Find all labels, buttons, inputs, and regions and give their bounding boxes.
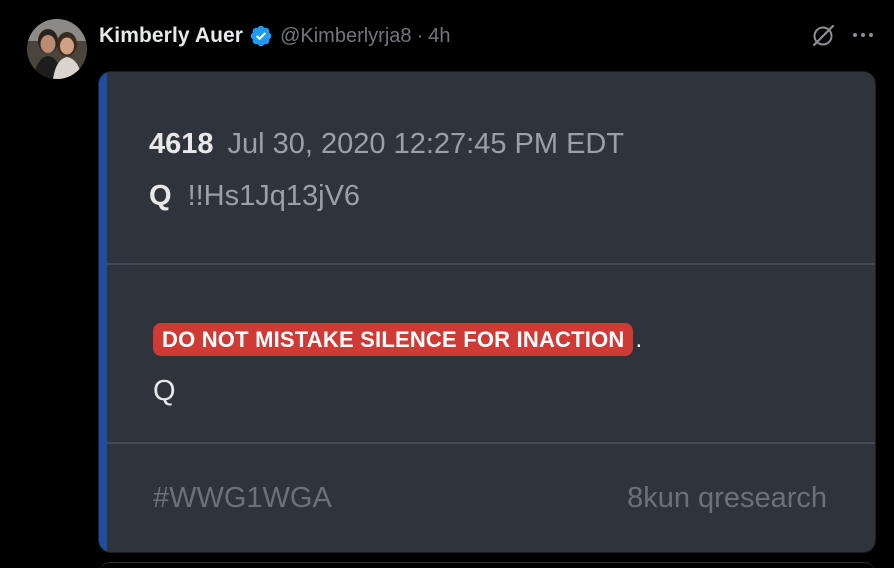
message-period: . (635, 326, 643, 353)
tweet-header: Kimberly Auer @Kimberlyrja8 · 4h (99, 20, 450, 52)
avatar[interactable] (27, 19, 87, 79)
author-handle[interactable]: @Kimberlyrja8 (280, 25, 411, 48)
card-header: 4618 Jul 30, 2020 12:27:45 PM EDT Q !!Hs1J… (107, 72, 875, 262)
message-signature: Q (153, 375, 176, 407)
card-footer: #WWG1WGA 8kun qresearch (107, 444, 875, 552)
avatar-photo (27, 19, 87, 79)
author-name[interactable]: Kimberly Auer (99, 24, 243, 48)
card-accent-bar (99, 72, 107, 552)
tweet[interactable]: Kimberly Auer @Kimberlyrja8 · 4h 4618 Jul… (0, 0, 894, 568)
post-number: 4618 (149, 128, 214, 160)
highlighted-message: DO NOT MISTAKE SILENCE FOR INACTION (153, 323, 634, 356)
post-author: Q !!Hs1Jq13jV6 (149, 180, 360, 213)
grok-icon[interactable] (810, 23, 836, 49)
verified-badge-icon (250, 25, 272, 47)
post-meta: 4618 Jul 30, 2020 12:27:45 PM EDT (149, 128, 624, 161)
next-item-edge (99, 562, 875, 568)
more-icon[interactable] (851, 23, 875, 47)
post-time[interactable]: 4h (428, 25, 450, 48)
hashtag: #WWG1WGA (153, 482, 332, 514)
card-body: DO NOT MISTAKE SILENCE FOR INACTION. Q (107, 263, 875, 444)
post-author-name: Q (149, 180, 172, 212)
post-date: Jul 30, 2020 12:27:45 PM EDT (227, 128, 625, 160)
tripcode: !!Hs1Jq13jV6 (187, 180, 361, 212)
message-line: DO NOT MISTAKE SILENCE FOR INACTION. (153, 323, 642, 356)
separator-dot: · (416, 24, 424, 47)
q-drop-card[interactable]: 4618 Jul 30, 2020 12:27:45 PM EDT Q !!Hs1J… (99, 72, 875, 552)
source-label: 8kun qresearch (627, 482, 827, 514)
